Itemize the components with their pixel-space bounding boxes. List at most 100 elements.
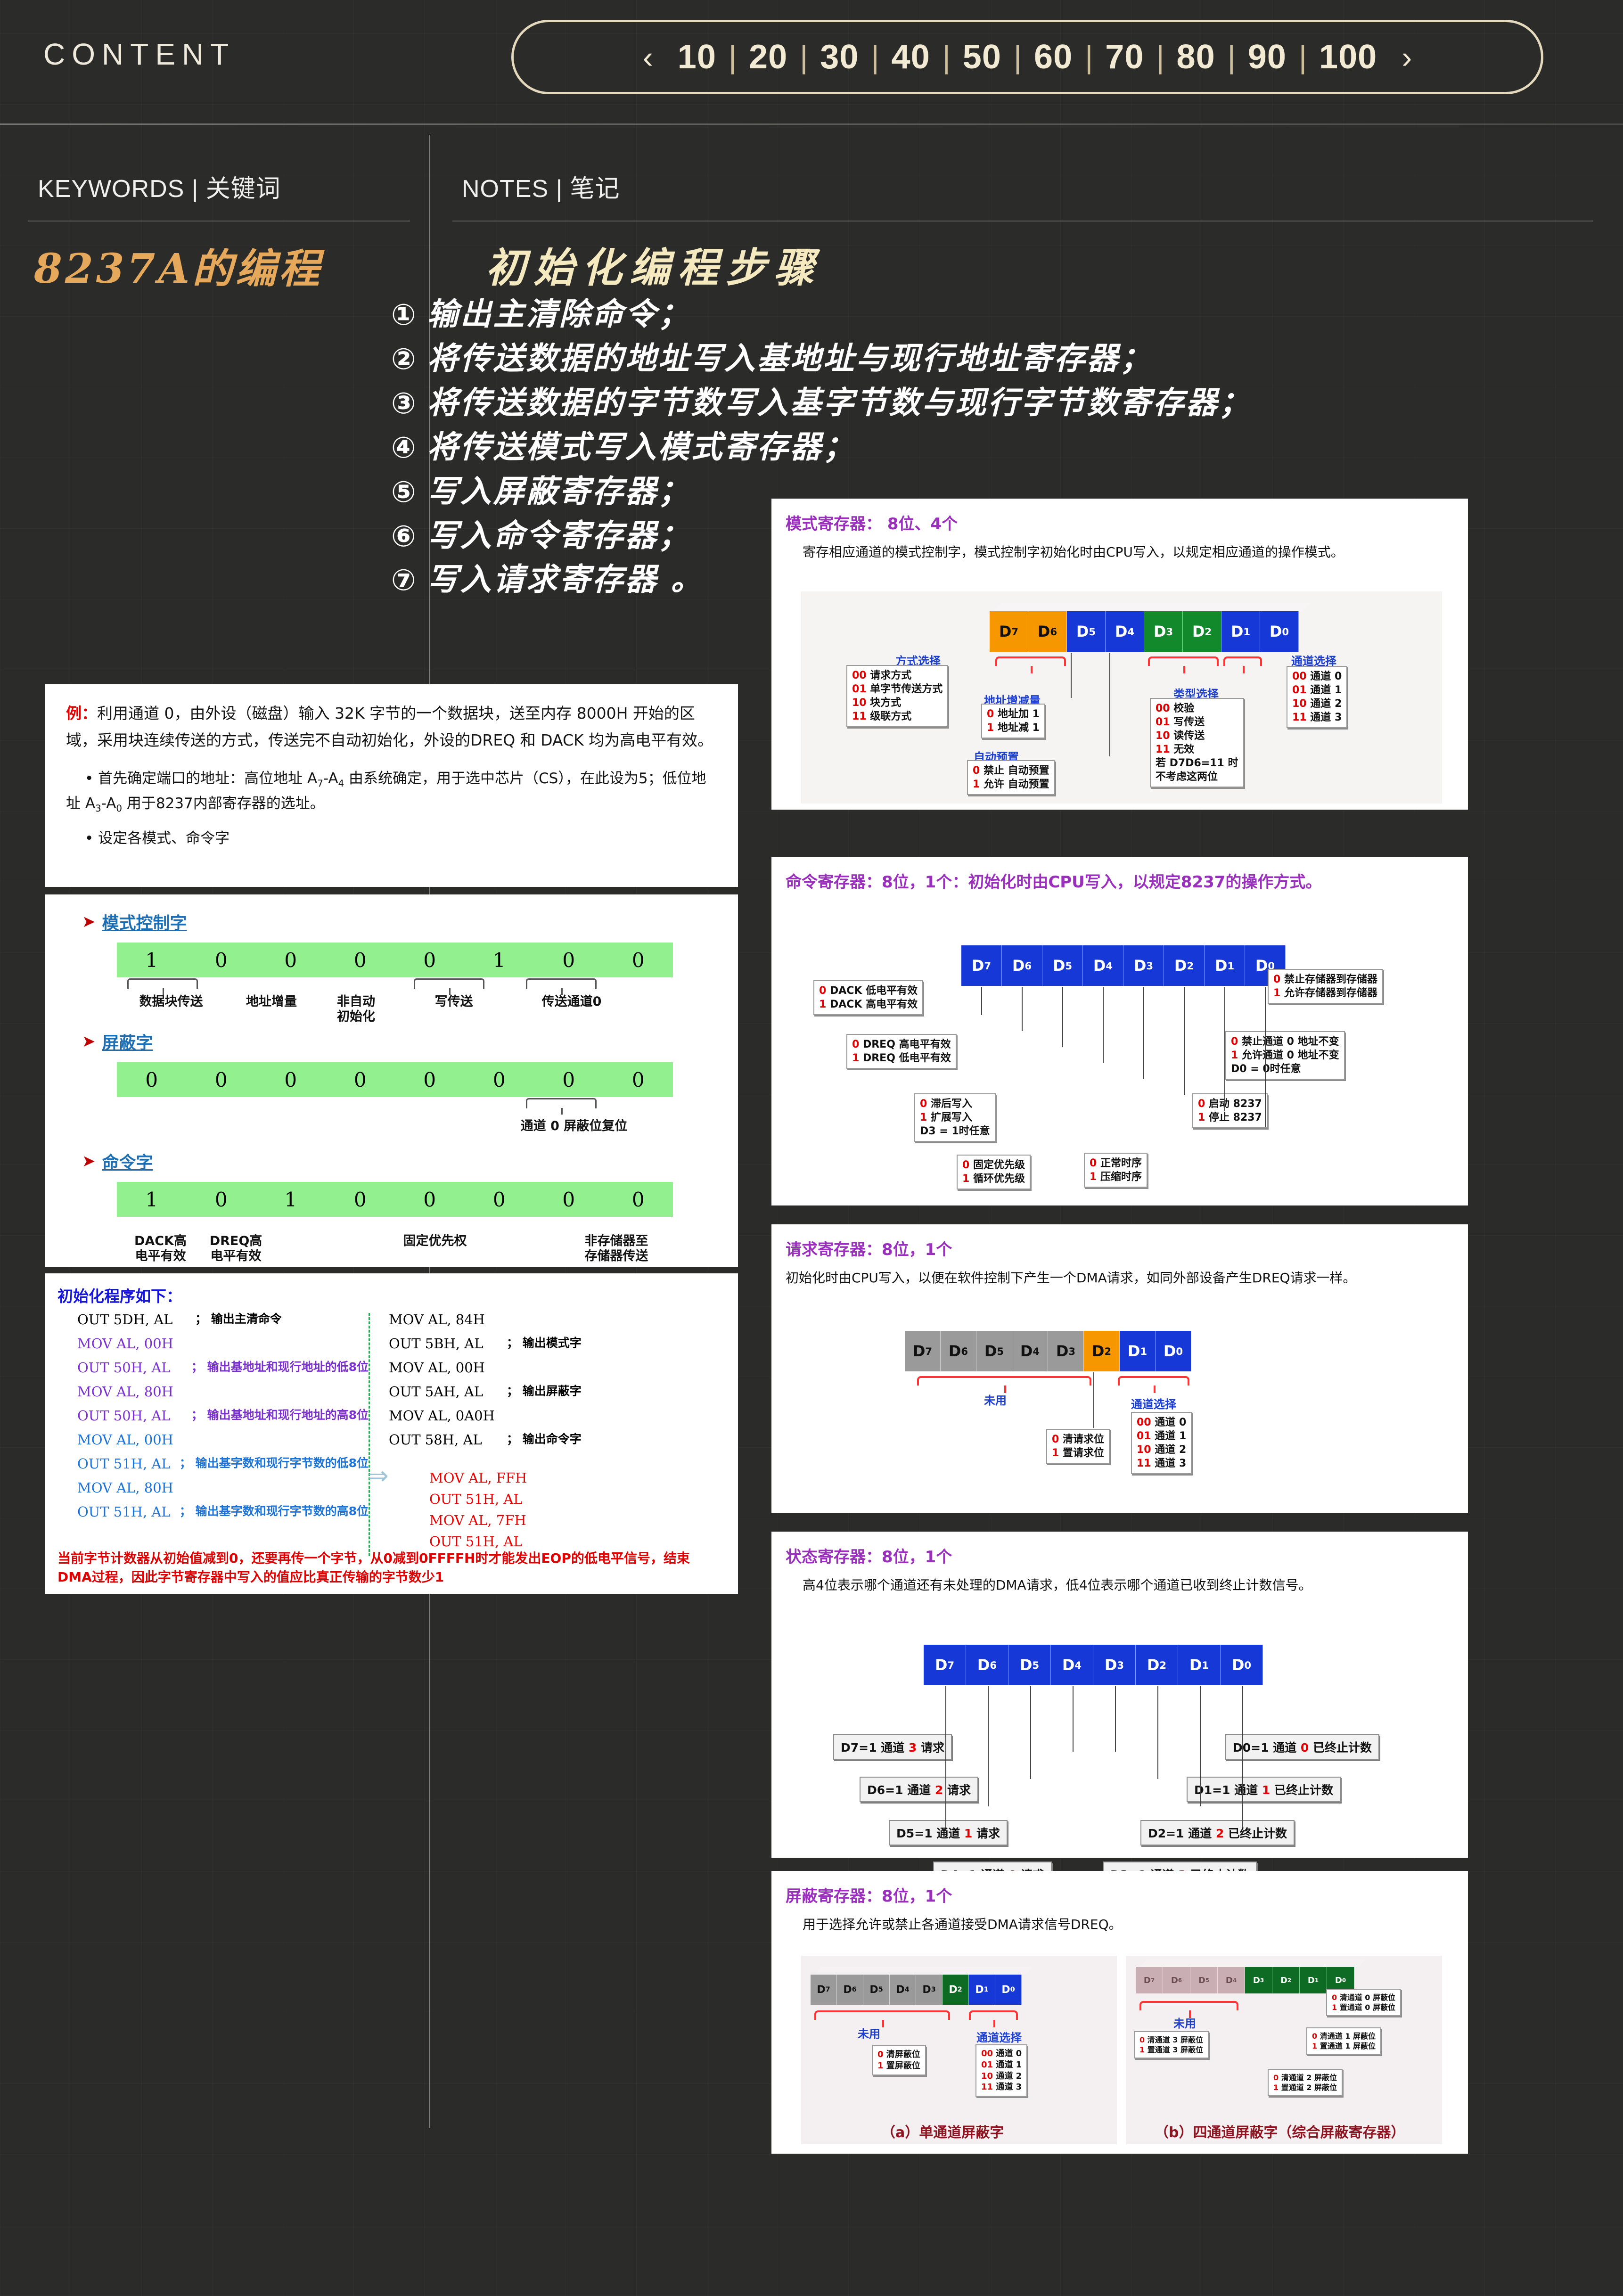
register-bit-D0: D0 xyxy=(1156,1331,1191,1371)
register-bit-D5: D5 xyxy=(1067,611,1106,652)
code-spacer xyxy=(389,1457,698,1471)
mask-b-box-3: 0 清通道 3 屏蔽位 1 置通道 3 屏蔽位 xyxy=(1134,2031,1209,2059)
code-line-highlight-0: MOV AL, FFH xyxy=(429,1471,698,1485)
step-item-3: ③ 将传送数据的字节数写入基字节数与现行字节数寄存器； xyxy=(391,385,1598,420)
code-comment: ； 输出屏蔽字 xyxy=(507,1384,582,1398)
page-80[interactable]: 80 xyxy=(1164,40,1228,74)
bit-label: DREQ高 电平有效 xyxy=(209,1234,262,1263)
bit-0: 0 xyxy=(631,1188,645,1211)
register-bit-D4: D4 xyxy=(1083,945,1123,986)
register-bit-D2: D2 xyxy=(1183,611,1221,652)
bit-label: 通道 0 屏蔽位复位 xyxy=(520,1119,628,1133)
register-strip: D7D6D5D4D3D2D1D0 xyxy=(924,1645,1263,1685)
code-line-left-5: MOV AL, 00H xyxy=(77,1433,369,1447)
register-bit-D5: D5 xyxy=(1042,945,1083,986)
notes-heading: 初始化编程步骤 xyxy=(485,244,822,292)
arrow-right-icon: ⇒ xyxy=(368,1462,389,1490)
code-line-left-4: OUT 50H, AL ； 输出基地址和现行地址的高8位 xyxy=(77,1409,369,1423)
page-header: CONTENT ‹ 10 | 20 | 30 | 40 | 50 | 60 | … xyxy=(0,0,1623,123)
brace xyxy=(526,1098,597,1115)
command-leader-1 xyxy=(1022,987,1023,1031)
page-100[interactable]: 100 xyxy=(1307,40,1389,74)
step-text: 将传送模式写入模式寄存器； xyxy=(427,428,856,465)
status-leader-2 xyxy=(1030,1686,1031,1779)
command-leader-6 xyxy=(1224,987,1225,1111)
bitword-title: 屏蔽字 xyxy=(102,1033,153,1053)
mask-a-caption: （a）单通道屏蔽字 xyxy=(881,2124,1004,2141)
status-leader-6 xyxy=(1200,1686,1201,1806)
page-separator: | xyxy=(1298,40,1307,74)
code-instruction: OUT 58H, AL xyxy=(389,1432,482,1448)
page-navigator[interactable]: ‹ 10 | 20 | 30 | 40 | 50 | 60 | 70 | 80 … xyxy=(511,20,1543,94)
register-bit-D6: D6 xyxy=(837,1975,863,2005)
step-text: 写入命令寄存器； xyxy=(427,517,691,554)
bullet1-e: 用于8237内部寄存器的选址。 xyxy=(122,795,325,812)
code-instruction: MOV AL, 0A0H xyxy=(389,1408,495,1424)
code-line-right-1: OUT 5BH, AL ； 输出模式字 xyxy=(389,1337,698,1351)
code-instruction: OUT 5AH, AL xyxy=(389,1384,484,1400)
command-bit-box-3: 0 固定优先级 1 循环优先级 xyxy=(957,1155,1031,1190)
register-bit-D7: D7 xyxy=(1136,1967,1163,1993)
request-register-desc: 初始化时由CPU写入，以便在软件控制下产生一个DMA请求，如同外部设备产生DRE… xyxy=(786,1270,1356,1286)
register-bit-D0: D0 xyxy=(995,1975,1022,2005)
status-leader-0 xyxy=(945,1686,946,1828)
command-register-header: 命令寄存器：8位，1个：初始化时由CPU写入，以规定8237的操作方式。 xyxy=(771,857,1468,938)
request-leader-d2 xyxy=(1093,1372,1094,1428)
bit-1: 0 xyxy=(562,1188,575,1211)
register-bit-D5: D5 xyxy=(863,1975,890,2005)
example-bullet-2: • 设定各模式、命令字 xyxy=(85,829,230,847)
register-bit-D5: D5 xyxy=(1008,1645,1051,1685)
page-30[interactable]: 30 xyxy=(808,40,871,74)
page-40[interactable]: 40 xyxy=(879,40,943,74)
bit-2: 0 xyxy=(492,1188,506,1211)
page-50[interactable]: 50 xyxy=(951,40,1014,74)
step-number: ② xyxy=(391,341,418,376)
request-channel-caption: 通道选择 xyxy=(1131,1398,1176,1411)
auto-preset-options: 0 禁止 自动预置 1 允许 自动预置 xyxy=(967,760,1055,795)
mask-register-desc: 用于选择允许或禁止各通道接受DMA请求信号DREQ。 xyxy=(803,1917,1122,1932)
command-bit-box-4: 0 正常时序 1 压缩时序 xyxy=(1084,1153,1148,1188)
mode-brace-d3d2 xyxy=(1148,656,1219,673)
mask-a-bit-options: 0 清屏蔽位 1 置屏蔽位 xyxy=(872,2045,926,2075)
register-bit-D2: D2 xyxy=(1084,1331,1120,1371)
code-footnote: 当前字节计数器从初始值减到0，还要再传一个字节，从0减到0FFFFH时才能发出E… xyxy=(57,1550,690,1585)
code-comment: ； 输出命令字 xyxy=(507,1432,582,1446)
bullet1-sub1: 7 xyxy=(317,778,323,789)
register-strip: D7D6D5D4D3D2D1D0 xyxy=(811,1975,1022,2005)
mode-register-figure: D 7 D 6 D 5 D 4 D 3 D 2 D 1 D 0 方式选择 通道选择 地址增减量 自动预置 类型选择 00 … xyxy=(801,591,1442,804)
step-text: 写入请求寄存器 。 xyxy=(427,561,704,598)
bit-5: 1 xyxy=(284,1188,297,1211)
code-instruction: OUT 50H, AL xyxy=(77,1408,171,1424)
page-90[interactable]: 90 xyxy=(1236,40,1299,74)
example-paragraph: 例：利用通道 0，由外设（磁盘）输入 32K 字节的一个数据块，送至内存 800… xyxy=(66,700,717,754)
code-line-highlight-3: OUT 51H, AL xyxy=(429,1535,698,1549)
register-bit-D1: D1 xyxy=(1178,1645,1221,1685)
request-register-header: 请求寄存器：8位，1个 初始化时由CPU写入，以便在软件控制下产生一个DMA请求… xyxy=(771,1224,1468,1319)
example-text: 利用通道 0，由外设（磁盘）输入 32K 字节的一个数据块，送至内存 8000H… xyxy=(66,704,713,749)
request-channel-options: 00 通道 0 01 通道 1 10 通道 2 11 通道 3 xyxy=(1131,1412,1192,1475)
bitword-heading-0: ➤ 模式控制字 xyxy=(82,910,722,934)
status-register-header: 状态寄存器：8位，1个 高4位表示哪个通道还有未处理的DMA请求，低4位表示哪个… xyxy=(771,1532,1468,1632)
arrow-bullet-icon: ➤ xyxy=(82,1152,96,1170)
page-separator: | xyxy=(1085,40,1093,74)
example-panel: 例：利用通道 0，由外设（磁盘）输入 32K 字节的一个数据块，送至内存 800… xyxy=(45,684,738,887)
bit-6: 0 xyxy=(214,948,228,972)
page-60[interactable]: 60 xyxy=(1022,40,1085,74)
code-instruction: MOV AL, 00H xyxy=(389,1360,485,1376)
page-10[interactable]: 10 xyxy=(665,40,729,74)
step-number: ① xyxy=(391,297,418,332)
request-brace-unused xyxy=(917,1376,1091,1393)
page-70[interactable]: 70 xyxy=(1093,40,1156,74)
status-leader-5 xyxy=(1157,1686,1158,1779)
code-instruction: OUT 51H, AL xyxy=(429,1533,523,1550)
command-bit-box-5: 0 启动 8237 1 停止 8237 xyxy=(1192,1093,1268,1129)
page-20[interactable]: 20 xyxy=(737,40,800,74)
page-separator: | xyxy=(871,40,879,74)
prev-page-icon[interactable]: ‹ xyxy=(631,41,665,73)
next-page-icon[interactable]: › xyxy=(1389,41,1424,73)
leader-d5 xyxy=(1071,653,1072,698)
command-leader-4 xyxy=(1143,987,1144,1079)
code-comment: ； 输出基字数和现行字节数的低8位 xyxy=(179,1456,369,1470)
mask-a-channel-caption: 通道选择 xyxy=(976,2031,1022,2044)
step-number: ④ xyxy=(391,430,418,465)
